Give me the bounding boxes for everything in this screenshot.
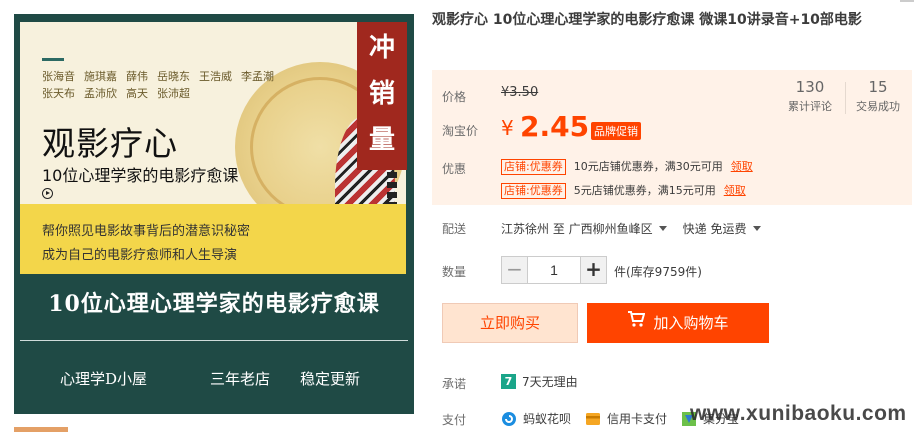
- taobao-price-label: 淘宝价: [442, 124, 479, 138]
- chevron-down-icon: [752, 226, 761, 231]
- quantity-stepper: − +: [501, 256, 607, 284]
- coupon-text: 5元店铺优惠券，满15元可用: [573, 184, 716, 197]
- expert-name: 王浩威: [199, 70, 232, 83]
- reviews-stat[interactable]: 130 累计评论: [775, 78, 845, 114]
- expert-name: 岳晓东: [157, 70, 190, 83]
- expert-name: 施琪嘉: [84, 70, 117, 83]
- cart-icon: [627, 302, 646, 342]
- promo-badge: 品牌促销: [591, 122, 641, 140]
- poster-divider: [20, 340, 408, 341]
- payment-method-label: 蚂蚁花呗: [523, 412, 572, 426]
- ship-to-selector[interactable]: 广西柳州鱼峰区: [569, 222, 683, 236]
- stamp-char: 销: [368, 79, 395, 109]
- credit-card-icon: [586, 412, 601, 425]
- coupon-tag: 店铺:优惠券: [501, 183, 566, 199]
- coupon-tag: 店铺:优惠券: [501, 159, 566, 175]
- poster-bottom-title: 10位心理心理学家的电影疗愈课: [48, 291, 380, 317]
- shipping-method-text: 快递 免运费: [682, 222, 747, 236]
- delivery-label: 配送: [442, 222, 467, 236]
- poster-tag: 三年老店: [210, 370, 271, 388]
- stock-info: 件(库存9759件): [614, 265, 702, 279]
- expert-name: 张海音: [42, 70, 75, 83]
- top-edge-divider: [900, 0, 914, 2]
- product-title: 观影疗心 10位心理心理学家的电影疗愈课 微课10讲录音+10部电影: [432, 12, 862, 28]
- poster-tag: 心理学D小屋: [60, 370, 148, 388]
- deals-count: 15: [868, 78, 888, 96]
- increase-quantity-button[interactable]: +: [580, 257, 606, 283]
- poster-band-line-1: 帮你照见电影故事背后的潜意识秘密: [42, 224, 251, 239]
- expert-name: 张天布: [42, 87, 75, 100]
- poster-yellow-band: 帮你照见电影故事背后的潜意识秘密 成为自己的电影疗愈师和人生导演: [20, 204, 406, 274]
- stamp-char: 冲: [368, 33, 395, 63]
- current-price: 2.45: [520, 110, 590, 143]
- huabei-icon: [502, 411, 516, 426]
- poster-main-title: 观影疗心: [42, 124, 178, 163]
- expert-name: 李孟潮: [241, 70, 274, 83]
- accent-bar: [42, 58, 64, 61]
- expert-name: 高天: [126, 87, 148, 100]
- decrease-quantity-button[interactable]: −: [502, 257, 528, 283]
- coupon-row: 店铺:优惠券 10元店铺优惠券，满30元可用 领取: [501, 159, 753, 175]
- play-icon: [42, 188, 53, 199]
- ship-to-text: 广西柳州鱼峰区: [568, 222, 653, 236]
- poster-sub-title: 10位心理学家的电影疗愈课: [42, 166, 239, 185]
- thumbnail-indicator[interactable]: [14, 427, 68, 432]
- promise-label: 承诺: [442, 377, 467, 391]
- shipping-method-selector[interactable]: 快递 免运费: [683, 222, 777, 236]
- stamp-char: 量: [368, 125, 395, 155]
- quantity-label: 数量: [442, 265, 467, 279]
- quantity-input[interactable]: [528, 257, 580, 283]
- expert-names-line-2: 张天布 孟沛欣 高天 张沛超: [42, 85, 342, 102]
- expert-name: 孟沛欣: [84, 87, 117, 100]
- payment-label: 支付: [442, 413, 467, 427]
- expert-names-line-1: 张海音 施琪嘉 薛伟 岳晓东 王浩威 李孟潮: [42, 68, 342, 85]
- deals-label: 交易成功: [856, 100, 900, 113]
- payment-method-huabei[interactable]: 蚂蚁花呗: [501, 410, 571, 427]
- price-panel: 价格 ¥3.50 淘宝价 ¥ 2.45 品牌促销 130 累计评论 15 交易成…: [432, 70, 912, 205]
- expert-name: 张沛超: [157, 87, 190, 100]
- claim-coupon-link[interactable]: 领取: [731, 160, 753, 173]
- currency-symbol: ¥: [501, 116, 514, 140]
- promise-text: 7天无理由: [522, 375, 578, 389]
- poster-band-line-2: 成为自己的电影疗愈师和人生导演: [42, 248, 238, 263]
- payment-method-credit-card[interactable]: 信用卡支付: [585, 410, 667, 427]
- ship-from: 江苏徐州 至: [501, 222, 565, 236]
- original-price: ¥3.50: [501, 85, 539, 100]
- reviews-label: 累计评论: [788, 100, 832, 113]
- poster-top-panel: 张海音 施琪嘉 薛伟 岳晓东 王浩威 李孟潮 张天布 孟沛欣 高天 张沛超 观影疗心 10位心理…: [20, 22, 406, 274]
- coupon-text: 10元店铺优惠券，满30元可用: [573, 160, 723, 173]
- payment-method-label: 信用卡支付: [607, 412, 668, 426]
- product-main-image[interactable]: 张海音 施琪嘉 薛伟 岳晓东 王浩威 李孟潮 张天布 孟沛欣 高天 张沛超 观影疗心 10位心理…: [14, 14, 414, 414]
- add-to-cart-label: 加入购物车: [653, 314, 729, 332]
- coupon-row: 店铺:优惠券 5元店铺优惠券，满15元可用 领取: [501, 183, 746, 199]
- claim-coupon-link[interactable]: 领取: [724, 184, 746, 197]
- promise-item[interactable]: 7 7天无理由: [501, 373, 578, 390]
- buy-now-button[interactable]: 立即购买: [442, 303, 578, 343]
- expert-name: 薛伟: [126, 70, 148, 83]
- poster-tag: 稳定更新: [300, 370, 361, 388]
- deals-stat: 15 交易成功: [843, 78, 913, 114]
- site-watermark: www.xunibaoku.com: [690, 402, 907, 425]
- seven-day-return-icon: 7: [501, 374, 516, 389]
- price-label: 价格: [442, 90, 467, 104]
- expert-names: 张海音 施琪嘉 薛伟 岳晓东 王浩威 李孟潮 张天布 孟沛欣 高天 张沛超: [42, 68, 342, 102]
- chevron-down-icon: [658, 226, 667, 231]
- reviews-count: 130: [795, 78, 825, 96]
- coupon-label: 优惠: [442, 162, 467, 176]
- add-to-cart-button[interactable]: 加入购物车: [587, 303, 769, 343]
- hot-sale-stamp: 冲 销 量: [357, 22, 407, 170]
- delivery-row: 江苏徐州 至 广西柳州鱼峰区 快递 免运费: [501, 220, 777, 237]
